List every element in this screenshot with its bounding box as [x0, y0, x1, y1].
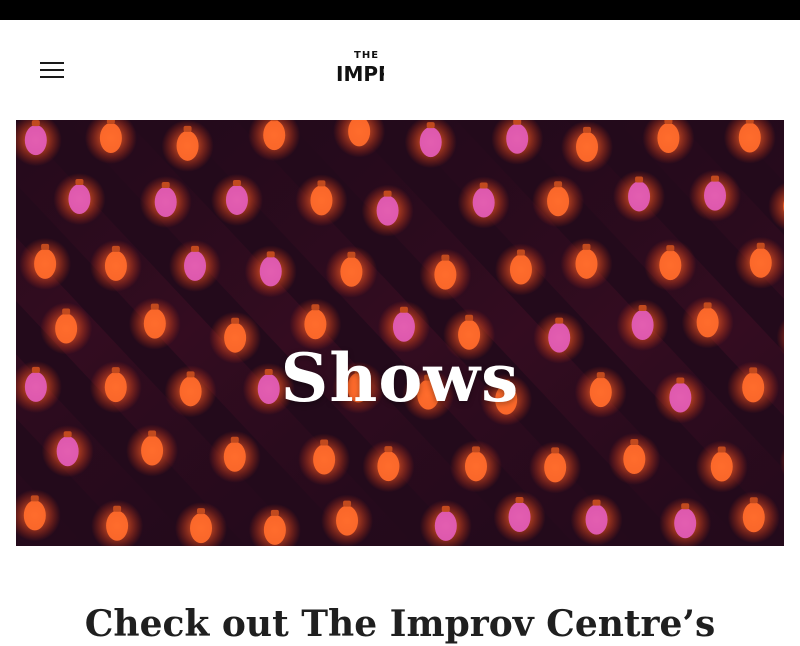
- light-bulb: [457, 176, 510, 229]
- light-bulb: [19, 237, 72, 290]
- light-bulb: [494, 243, 547, 296]
- light-bulb: [53, 173, 106, 226]
- light-bulb: [570, 493, 623, 546]
- light-bulb: [532, 175, 585, 228]
- light-bulb: [295, 174, 348, 227]
- light-bulb: [210, 173, 263, 226]
- menu-bar: [40, 69, 64, 71]
- site-logo[interactable]: THE IMPROV: [336, 50, 384, 90]
- light-bulb: [161, 120, 214, 172]
- light-bulb: [325, 245, 378, 298]
- hero-banner: Shows: [16, 120, 784, 546]
- logo-line-1: THE: [354, 50, 380, 61]
- light-bulb: [208, 430, 261, 483]
- light-bulb: [560, 237, 613, 290]
- light-bulb: [298, 433, 351, 486]
- light-bulb: [126, 424, 179, 477]
- light-bulb: [561, 120, 614, 173]
- top-black-strip: [0, 0, 800, 20]
- light-bulb: [493, 491, 546, 544]
- site-header: THE IMPROV: [0, 20, 800, 120]
- shows-intro-heading: Check out The Improv Centre’s: [84, 602, 716, 645]
- light-bulb: [613, 170, 666, 223]
- menu-bar: [40, 62, 64, 64]
- light-bulb: [244, 245, 297, 298]
- menu-bar: [40, 76, 64, 78]
- light-bulb: [695, 440, 748, 493]
- light-bulb: [449, 440, 502, 493]
- light-bulb: [89, 239, 142, 292]
- light-bulb: [529, 441, 582, 494]
- light-bulb: [419, 248, 472, 301]
- light-bulb: [169, 239, 222, 292]
- light-bulbs-background: [16, 120, 784, 546]
- light-bulb: [608, 432, 661, 485]
- logo-line-2: IMPROV: [336, 62, 384, 86]
- light-bulb: [689, 169, 742, 222]
- light-bulb: [727, 491, 780, 544]
- light-bulb: [321, 494, 374, 546]
- light-bulb: [139, 176, 192, 229]
- hero-title: Shows: [280, 339, 520, 418]
- light-bulb: [41, 425, 94, 478]
- hamburger-menu-icon[interactable]: [38, 58, 66, 82]
- light-bulb: [644, 239, 697, 292]
- light-bulb: [361, 184, 414, 237]
- light-bulb: [362, 440, 415, 493]
